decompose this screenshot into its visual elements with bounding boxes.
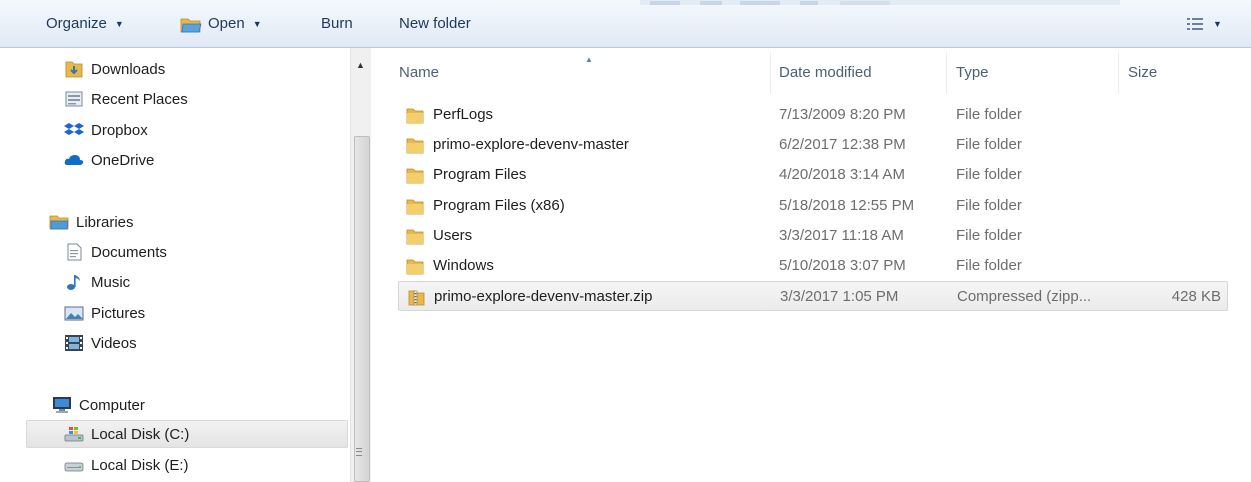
- chevron-down-icon: ▼: [114, 19, 124, 29]
- folder-icon: [406, 138, 424, 154]
- scrollbar-thumb[interactable]: [354, 136, 370, 482]
- organize-label: Organize: [46, 15, 107, 32]
- file-date-modified: 3/3/2017 1:05 PM: [780, 288, 899, 305]
- file-type: Compressed (zipp...: [957, 288, 1092, 305]
- file-row[interactable]: Users 3/3/2017 11:18 AM File folder: [398, 221, 1228, 251]
- file-size: 428 KB: [1171, 288, 1221, 305]
- file-type: File folder: [956, 136, 1022, 153]
- file-date-modified: 3/3/2017 11:18 AM: [779, 227, 904, 244]
- dropbox-icon: [64, 123, 84, 135]
- music-note-icon: [67, 275, 80, 290]
- nav-item-label: Downloads: [91, 60, 166, 78]
- file-name: primo-explore-devenv-master.zip: [434, 288, 653, 305]
- folder-icon: [406, 168, 424, 184]
- file-row[interactable]: Program Files (x86) 5/18/2018 12:55 PM F…: [398, 191, 1228, 221]
- file-name: Users: [433, 227, 473, 244]
- nav-item-documents[interactable]: Documents: [64, 238, 167, 266]
- file-type: File folder: [956, 227, 1022, 244]
- column-header-size[interactable]: Size: [1128, 60, 1157, 86]
- nav-item-local-disk-e[interactable]: Local Disk (E:): [64, 451, 189, 479]
- column-divider[interactable]: [770, 52, 771, 94]
- file-date-modified: 7/13/2009 8:20 PM: [779, 106, 906, 123]
- burn-button[interactable]: Burn: [321, 12, 353, 36]
- pictures-icon: [64, 306, 84, 321]
- column-divider[interactable]: [1118, 52, 1119, 94]
- videos-film-icon: [65, 335, 83, 351]
- file-row[interactable]: primo-explore-devenv-master 6/2/2017 12:…: [398, 130, 1228, 160]
- nav-item-label: Documents: [91, 243, 167, 261]
- file-name: Program Files: [433, 166, 527, 183]
- file-name: primo-explore-devenv-master: [433, 136, 629, 153]
- file-name: Windows: [433, 257, 494, 274]
- file-type: File folder: [956, 197, 1022, 214]
- file-date-modified: 4/20/2018 3:14 AM: [779, 166, 905, 183]
- file-name: Program Files (x86): [433, 197, 565, 214]
- view-options-icon[interactable]: [1186, 16, 1204, 32]
- folder-icon: [406, 199, 424, 215]
- nav-item-label: Local Disk (C:): [91, 425, 190, 443]
- downloads-folder-icon: [65, 61, 83, 78]
- nav-item-label: Computer: [79, 396, 145, 414]
- file-name: PerfLogs: [433, 106, 494, 123]
- nav-item-label: Local Disk (E:): [91, 456, 189, 474]
- column-header-name[interactable]: Name: [399, 60, 439, 86]
- file-type: File folder: [956, 257, 1022, 274]
- onedrive-cloud-icon: [64, 155, 84, 165]
- file-row-selected[interactable]: primo-explore-devenv-master.zip 3/3/2017…: [398, 281, 1228, 311]
- documents-icon: [67, 243, 82, 261]
- new-folder-label: New folder: [399, 15, 471, 32]
- nav-item-label: Recent Places: [91, 90, 188, 108]
- file-row[interactable]: Windows 5/10/2018 3:07 PM File folder: [398, 251, 1228, 281]
- nav-item-libraries[interactable]: Libraries: [49, 208, 134, 236]
- computer-monitor-icon: [53, 397, 71, 413]
- column-header-date-modified[interactable]: Date modified: [779, 60, 872, 86]
- folder-icon: [406, 259, 424, 275]
- nav-item-recent-places[interactable]: Recent Places: [64, 85, 188, 113]
- view-chevron-down-icon[interactable]: ▼: [1213, 12, 1222, 36]
- new-folder-button[interactable]: New folder: [399, 12, 471, 36]
- zip-archive-icon: [408, 290, 425, 306]
- hard-drive-icon: [64, 462, 84, 472]
- folder-icon: [406, 108, 424, 124]
- nav-item-label: Music: [91, 273, 131, 291]
- nav-item-downloads[interactable]: Downloads: [64, 55, 165, 83]
- sort-ascending-icon: ▲: [585, 55, 593, 64]
- open-folder-icon: [180, 18, 202, 32]
- nav-item-dropbox[interactable]: Dropbox: [64, 116, 148, 144]
- recent-places-icon: [65, 91, 83, 107]
- nav-item-videos[interactable]: Videos: [64, 329, 137, 357]
- nav-item-computer[interactable]: Computer: [52, 391, 145, 419]
- open-label: Open: [208, 15, 245, 32]
- scroll-up-arrow-icon[interactable]: ▲: [356, 60, 365, 70]
- burn-label: Burn: [321, 15, 353, 32]
- nav-item-label: Libraries: [76, 213, 134, 231]
- nav-item-local-disk-c[interactable]: Local Disk (C:): [26, 420, 348, 448]
- nav-item-label: Pictures: [91, 304, 146, 322]
- file-row[interactable]: Program Files 4/20/2018 3:14 AM File fol…: [398, 160, 1228, 190]
- column-header-type[interactable]: Type: [956, 60, 989, 86]
- libraries-icon: [49, 215, 69, 230]
- folder-icon: [406, 229, 424, 245]
- column-divider[interactable]: [946, 52, 947, 94]
- file-date-modified: 5/18/2018 12:55 PM: [779, 197, 915, 214]
- nav-item-label: Dropbox: [91, 121, 148, 139]
- nav-item-pictures[interactable]: Pictures: [64, 299, 145, 327]
- nav-item-label: OneDrive: [91, 151, 155, 169]
- file-row[interactable]: PerfLogs 7/13/2009 8:20 PM File folder: [398, 100, 1228, 130]
- navigation-scrollbar[interactable]: ▲: [350, 48, 371, 482]
- file-type: File folder: [956, 106, 1022, 123]
- file-date-modified: 6/2/2017 12:38 PM: [779, 136, 906, 153]
- file-type: File folder: [956, 166, 1022, 183]
- system-drive-icon: [64, 427, 84, 442]
- organize-button[interactable]: Organize ▼: [46, 12, 124, 36]
- file-date-modified: 5/10/2018 3:07 PM: [779, 257, 906, 274]
- nav-item-music[interactable]: Music: [64, 268, 130, 296]
- nav-item-label: Videos: [91, 334, 137, 352]
- toolbar-decoration: [640, 0, 1120, 5]
- scrollbar-grip-icon: [356, 448, 362, 456]
- open-button[interactable]: Open ▼: [180, 12, 262, 36]
- nav-item-onedrive[interactable]: OneDrive: [64, 146, 154, 174]
- command-bar: Organize ▼ Open ▼ Burn New folder ▼: [0, 0, 1251, 48]
- chevron-down-icon: ▼: [252, 19, 262, 29]
